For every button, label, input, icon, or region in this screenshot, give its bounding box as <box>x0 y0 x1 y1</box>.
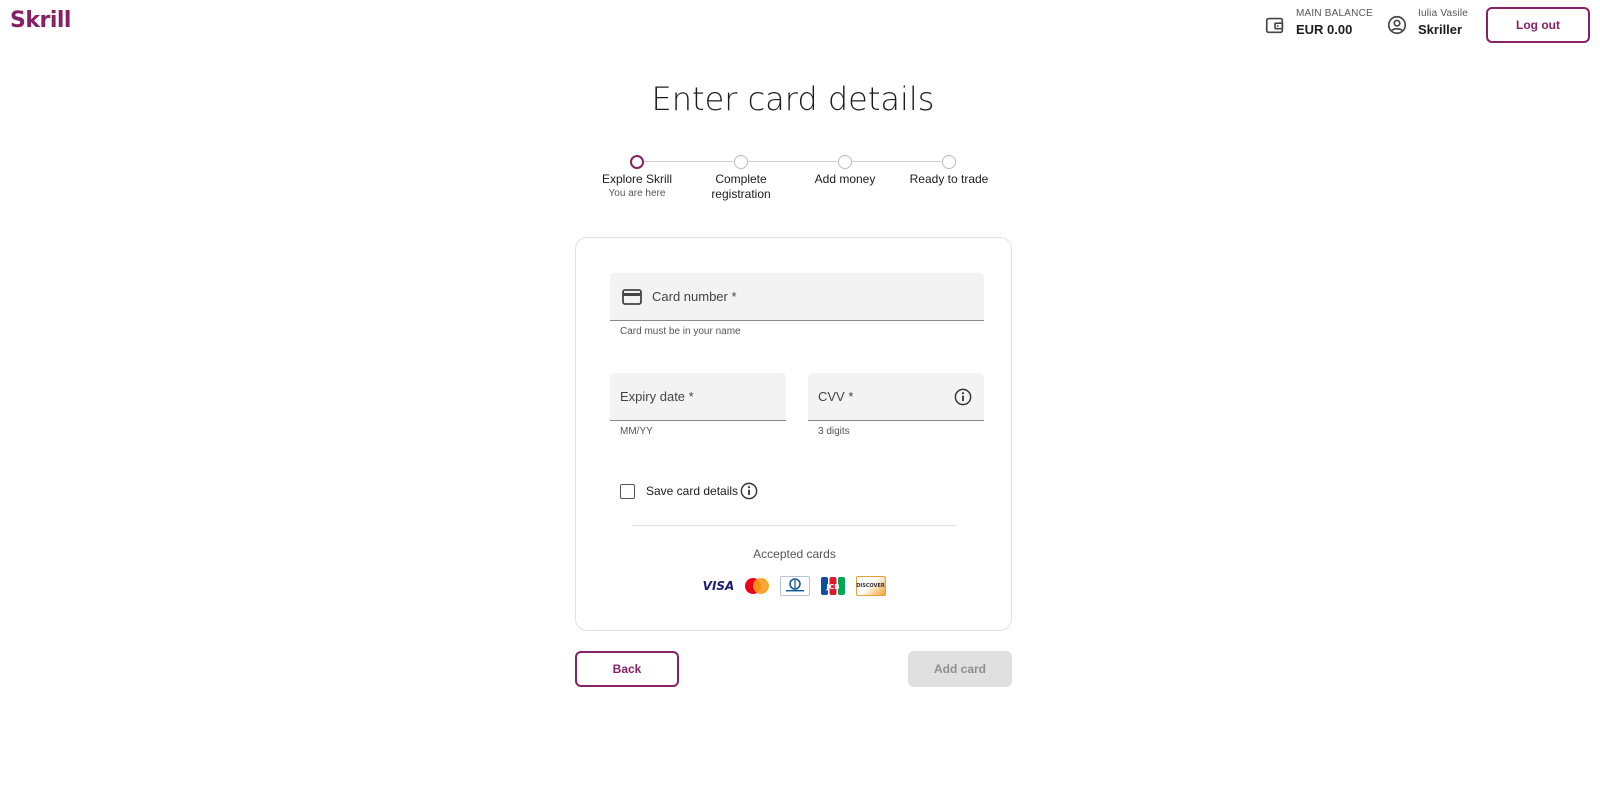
discover-logo: DISCOVER <box>855 576 886 596</box>
step-dot <box>734 155 748 169</box>
user-avatar-icon <box>1387 15 1407 35</box>
save-card-label: Save card details <box>646 484 739 498</box>
svg-text:JCB: JCB <box>825 583 839 591</box>
step-label: Ready to trade <box>909 172 989 186</box>
card-details-form: Card number * Card must be in your name … <box>575 237 1012 631</box>
user-role: Skriller <box>1418 22 1463 37</box>
mastercard-logo <box>742 576 772 596</box>
step-complete-registration: Complete registration <box>681 150 801 202</box>
step-add-money: Add money <box>785 150 905 187</box>
cvv-info-icon[interactable] <box>954 388 972 406</box>
mastercard-icon <box>744 578 769 594</box>
step-label: Complete registration <box>711 172 771 201</box>
step-dot-active <box>630 155 644 169</box>
balance-label: MAIN BALANCE <box>1296 8 1373 19</box>
step-label: Explore Skrill <box>601 172 673 186</box>
expiry-date-label: Expiry date * <box>620 389 694 404</box>
cvv-label: CVV * <box>818 389 854 404</box>
step-dot <box>838 155 852 169</box>
progress-stepper: Explore Skrill You are here Complete reg… <box>0 150 1600 210</box>
step-sublabel: You are here <box>608 188 666 199</box>
balance-value: EUR 0.00 <box>1296 22 1353 37</box>
logout-button[interactable]: Log out <box>1486 7 1590 43</box>
step-ready-to-trade: Ready to trade <box>889 150 1009 187</box>
expiry-date-field[interactable]: Expiry date * <box>610 373 786 421</box>
step-dot <box>942 155 956 169</box>
cvv-helper: 3 digits <box>818 426 850 437</box>
accepted-cards-label: Accepted cards <box>753 547 836 561</box>
card-number-field[interactable]: Card number * <box>610 273 984 321</box>
save-card-info-icon[interactable] <box>740 482 758 500</box>
card-number-label: Card number * <box>652 289 737 304</box>
step-explore-skrill: Explore Skrill You are here <box>577 150 697 199</box>
back-button[interactable]: Back <box>575 651 679 687</box>
wallet-icon <box>1265 17 1284 34</box>
main-balance[interactable]: MAIN BALANCE EUR 0.00 <box>1264 8 1373 37</box>
jcb-logo: JCB <box>818 576 848 596</box>
step-label: Add money <box>814 172 876 186</box>
diners-club-logo <box>779 576 810 596</box>
divider <box>632 525 957 526</box>
credit-card-icon <box>622 289 642 305</box>
visa-logo: VISA <box>702 579 735 593</box>
save-card-checkbox[interactable] <box>620 484 635 499</box>
page-title: Enter card details <box>651 80 935 118</box>
user-name: Iulia Vasile <box>1418 8 1469 19</box>
cvv-field[interactable]: CVV * <box>808 373 984 421</box>
add-card-button[interactable]: Add card <box>908 651 1012 687</box>
jcb-icon: JCB <box>820 577 845 595</box>
diners-club-icon <box>785 578 804 592</box>
card-number-helper: Card must be in your name <box>620 326 741 337</box>
user-account[interactable]: Iulia Vasile Skriller <box>1386 8 1468 37</box>
skrill-logo[interactable]: Skrill <box>10 8 71 33</box>
accepted-card-logos: VISA JCB DISCOVER <box>576 576 1013 596</box>
expiry-date-helper: MM/YY <box>620 426 653 437</box>
